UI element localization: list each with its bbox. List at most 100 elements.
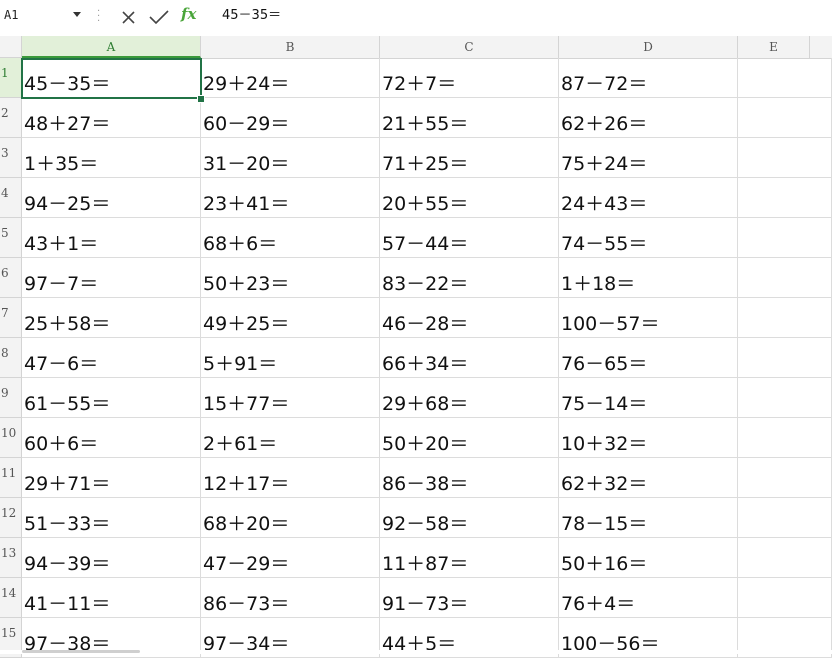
table-cell[interactable] [738, 338, 832, 378]
row-header[interactable]: 4 [0, 178, 22, 218]
fx-icon[interactable]: fx [181, 5, 196, 23]
column-header-c[interactable]: C [380, 36, 559, 58]
table-cell[interactable]: 48＋27＝ [22, 98, 201, 138]
table-cell[interactable] [738, 578, 832, 618]
table-cell[interactable]: 86－38＝ [380, 458, 559, 498]
table-cell[interactable]: 50＋23＝ [201, 258, 380, 298]
table-cell[interactable]: 29＋24＝ [201, 58, 380, 98]
table-cell[interactable]: 94－25＝ [22, 178, 201, 218]
table-cell[interactable]: 72＋7＝ [380, 58, 559, 98]
check-icon[interactable] [148, 7, 169, 27]
column-header-a[interactable]: A [22, 36, 201, 58]
more-options-icon[interactable]: · · · [97, 7, 100, 27]
table-cell[interactable] [738, 498, 832, 538]
table-cell[interactable]: 60＋6＝ [22, 418, 201, 458]
table-cell[interactable]: 11＋87＝ [380, 538, 559, 578]
row-header[interactable]: 6 [0, 258, 22, 298]
table-cell[interactable]: 21＋55＝ [380, 98, 559, 138]
table-cell[interactable]: 23＋41＝ [201, 178, 380, 218]
table-cell[interactable] [738, 218, 832, 258]
table-cell[interactable]: 24＋43＝ [559, 178, 738, 218]
row-header[interactable]: 13 [0, 538, 22, 578]
table-cell[interactable]: 68＋6＝ [201, 218, 380, 258]
row-header[interactable]: 5 [0, 218, 22, 258]
table-cell[interactable]: 100－57＝ [559, 298, 738, 338]
table-cell[interactable]: 1＋18＝ [559, 258, 738, 298]
select-all-corner[interactable] [0, 36, 22, 58]
table-cell[interactable]: 49＋25＝ [201, 298, 380, 338]
table-cell[interactable]: 75－14＝ [559, 378, 738, 418]
table-cell[interactable]: 20＋55＝ [380, 178, 559, 218]
column-header-e[interactable]: E [738, 36, 810, 58]
formula-bar-container: A1 · · · fx 45－35＝ [0, 0, 832, 37]
row-header[interactable]: 11 [0, 458, 22, 498]
table-cell[interactable]: 15＋77＝ [201, 378, 380, 418]
table-cell[interactable]: 43＋1＝ [22, 218, 201, 258]
table-cell[interactable] [738, 538, 832, 578]
table-cell[interactable]: 76＋4＝ [559, 578, 738, 618]
row-header[interactable]: 1 [0, 58, 22, 98]
row-header[interactable]: 9 [0, 378, 22, 418]
table-cell[interactable]: 86－73＝ [201, 578, 380, 618]
table-cell[interactable]: 31－20＝ [201, 138, 380, 178]
table-cell[interactable]: 29＋68＝ [380, 378, 559, 418]
table-cell[interactable]: 62＋26＝ [559, 98, 738, 138]
table-cell[interactable] [738, 418, 832, 458]
table-cell[interactable] [738, 58, 832, 98]
chevron-down-icon[interactable] [73, 12, 81, 17]
fx-label: fx [181, 5, 197, 23]
table-cell[interactable]: 29＋71＝ [22, 458, 201, 498]
close-icon[interactable] [119, 7, 139, 27]
table-cell[interactable] [738, 178, 832, 218]
table-cell[interactable]: 10＋32＝ [559, 418, 738, 458]
table-cell[interactable] [738, 98, 832, 138]
table-cell[interactable] [738, 458, 832, 498]
row-header[interactable]: 12 [0, 498, 22, 538]
table-cell[interactable]: 71＋25＝ [380, 138, 559, 178]
fill-handle[interactable] [197, 95, 205, 103]
column-header-b[interactable]: B [201, 36, 380, 58]
table-cell[interactable]: 51－33＝ [22, 498, 201, 538]
table-cell[interactable] [738, 378, 832, 418]
table-cell[interactable] [738, 258, 832, 298]
column-header-d[interactable]: D [559, 36, 738, 58]
row-header[interactable]: 14 [0, 578, 22, 618]
table-cell[interactable]: 91－73＝ [380, 578, 559, 618]
table-cell[interactable]: 75＋24＝ [559, 138, 738, 178]
table-cell[interactable]: 68＋20＝ [201, 498, 380, 538]
table-cell[interactable]: 45－35＝ [22, 58, 201, 98]
table-cell[interactable]: 50＋20＝ [380, 418, 559, 458]
table-cell[interactable]: 74－55＝ [559, 218, 738, 258]
horizontal-scrollbar-thumb[interactable] [22, 650, 140, 653]
table-cell[interactable]: 78－15＝ [559, 498, 738, 538]
table-cell[interactable]: 5＋91＝ [201, 338, 380, 378]
table-cell[interactable]: 87－72＝ [559, 58, 738, 98]
table-cell[interactable]: 41－11＝ [22, 578, 201, 618]
row-header[interactable]: 2 [0, 98, 22, 138]
table-cell[interactable]: 12＋17＝ [201, 458, 380, 498]
table-cell[interactable]: 2＋61＝ [201, 418, 380, 458]
row-header[interactable]: 3 [0, 138, 22, 178]
table-cell[interactable]: 62＋32＝ [559, 458, 738, 498]
row-header[interactable]: 10 [0, 418, 22, 458]
table-cell[interactable]: 76－65＝ [559, 338, 738, 378]
table-cell[interactable]: 83－22＝ [380, 258, 559, 298]
table-cell[interactable]: 60－29＝ [201, 98, 380, 138]
table-cell[interactable] [738, 298, 832, 338]
table-cell[interactable]: 1＋35＝ [22, 138, 201, 178]
table-cell[interactable] [738, 138, 832, 178]
table-cell[interactable]: 47－29＝ [201, 538, 380, 578]
row-header[interactable]: 8 [0, 338, 22, 378]
table-cell[interactable]: 46－28＝ [380, 298, 559, 338]
table-cell[interactable]: 47－6＝ [22, 338, 201, 378]
table-cell[interactable]: 94－39＝ [22, 538, 201, 578]
table-cell[interactable]: 25＋58＝ [22, 298, 201, 338]
row-header[interactable]: 7 [0, 298, 22, 338]
table-cell[interactable]: 92－58＝ [380, 498, 559, 538]
table-cell[interactable]: 50＋16＝ [559, 538, 738, 578]
table-cell[interactable]: 97－7＝ [22, 258, 201, 298]
table-cell[interactable]: 61－55＝ [22, 378, 201, 418]
table-cell[interactable]: 57－44＝ [380, 218, 559, 258]
formula-input[interactable]: 45－35＝ [222, 0, 281, 33]
table-cell[interactable]: 66＋34＝ [380, 338, 559, 378]
